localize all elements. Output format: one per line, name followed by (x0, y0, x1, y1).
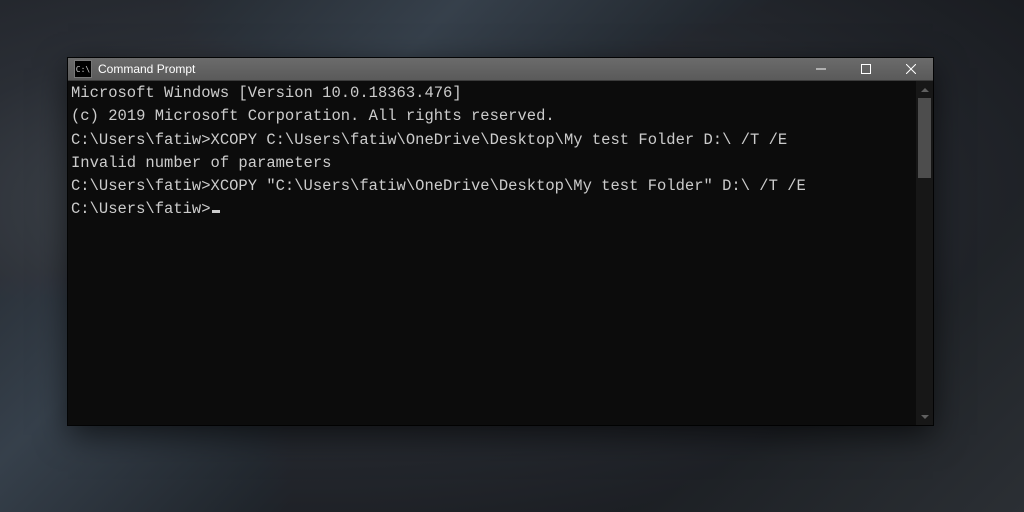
close-icon (906, 64, 916, 74)
window-title: Command Prompt (98, 62, 195, 76)
chevron-down-icon (921, 415, 929, 419)
chevron-up-icon (921, 88, 929, 92)
terminal-line: C:\Users\fatiw>XCOPY C:\Users\fatiw\OneD… (71, 129, 933, 152)
terminal-line: (c) 2019 Microsoft Corporation. All righ… (71, 105, 933, 128)
desktop-background: C:\ Command Prompt Microsoft Windows [Ve… (0, 0, 1024, 512)
app-icon: C:\ (74, 60, 92, 78)
scrollbar-thumb[interactable] (918, 98, 931, 178)
scroll-down-button[interactable] (916, 408, 933, 425)
maximize-button[interactable] (843, 58, 888, 80)
close-button[interactable] (888, 58, 933, 80)
scroll-up-button[interactable] (916, 81, 933, 98)
vertical-scrollbar[interactable] (916, 81, 933, 425)
maximize-icon (861, 64, 871, 74)
terminal-line: Invalid number of parameters (71, 152, 933, 175)
terminal-line: C:\Users\fatiw> (71, 198, 933, 221)
command-prompt-window: C:\ Command Prompt Microsoft Windows [Ve… (68, 58, 933, 425)
minimize-button[interactable] (798, 58, 843, 80)
terminal-client-area[interactable]: Microsoft Windows [Version 10.0.18363.47… (68, 81, 933, 425)
terminal-line: Microsoft Windows [Version 10.0.18363.47… (71, 82, 933, 105)
terminal-cursor (212, 210, 220, 213)
minimize-icon (816, 64, 826, 74)
window-titlebar[interactable]: C:\ Command Prompt (68, 58, 933, 81)
terminal-line: C:\Users\fatiw>XCOPY "C:\Users\fatiw\One… (71, 175, 933, 198)
